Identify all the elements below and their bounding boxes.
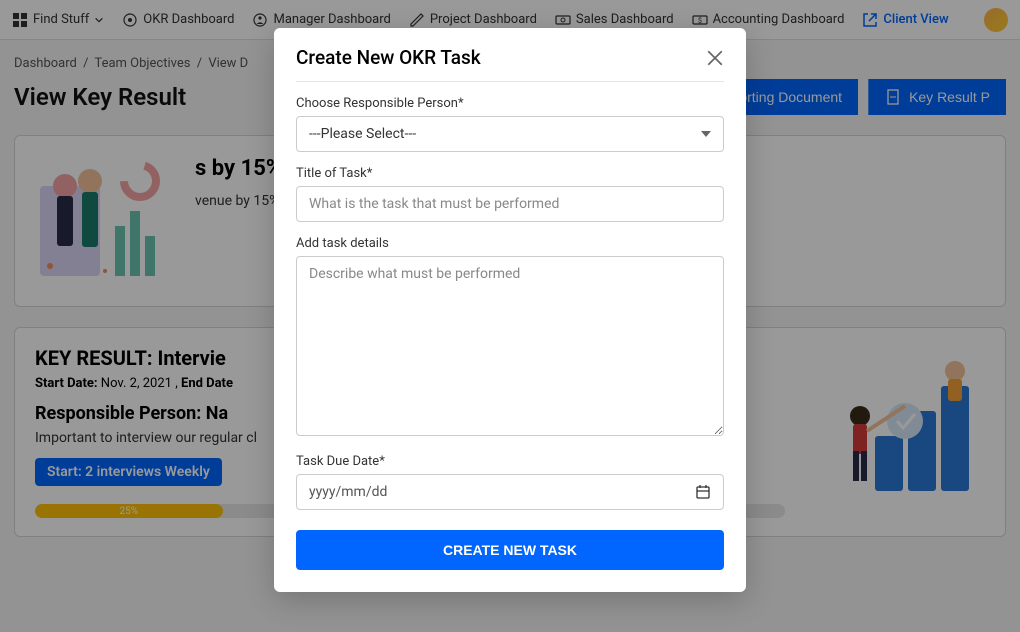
person-label: Choose Responsible Person* [296, 96, 724, 111]
calendar-icon [695, 484, 711, 500]
details-label: Add task details [296, 236, 724, 251]
person-select[interactable]: ---Please Select--- [296, 116, 724, 152]
form-group-details: Add task details [296, 236, 724, 440]
title-label: Title of Task* [296, 166, 724, 181]
date-placeholder: yyyy/mm/dd [309, 484, 695, 500]
form-group-date: Task Due Date* yyyy/mm/dd [296, 454, 724, 510]
title-input[interactable] [296, 186, 724, 222]
modal-title: Create New OKR Task [296, 46, 481, 69]
form-group-person: Choose Responsible Person* ---Please Sel… [296, 96, 724, 152]
date-label: Task Due Date* [296, 454, 724, 469]
create-task-button[interactable]: CREATE NEW TASK [296, 530, 724, 570]
form-group-title: Title of Task* [296, 166, 724, 222]
date-input[interactable]: yyyy/mm/dd [296, 474, 724, 510]
close-icon[interactable] [706, 49, 724, 67]
details-textarea[interactable] [296, 256, 724, 436]
modal-overlay[interactable]: Create New OKR Task Choose Responsible P… [0, 0, 1020, 632]
create-task-modal: Create New OKR Task Choose Responsible P… [274, 28, 746, 592]
modal-header: Create New OKR Task [296, 46, 724, 82]
